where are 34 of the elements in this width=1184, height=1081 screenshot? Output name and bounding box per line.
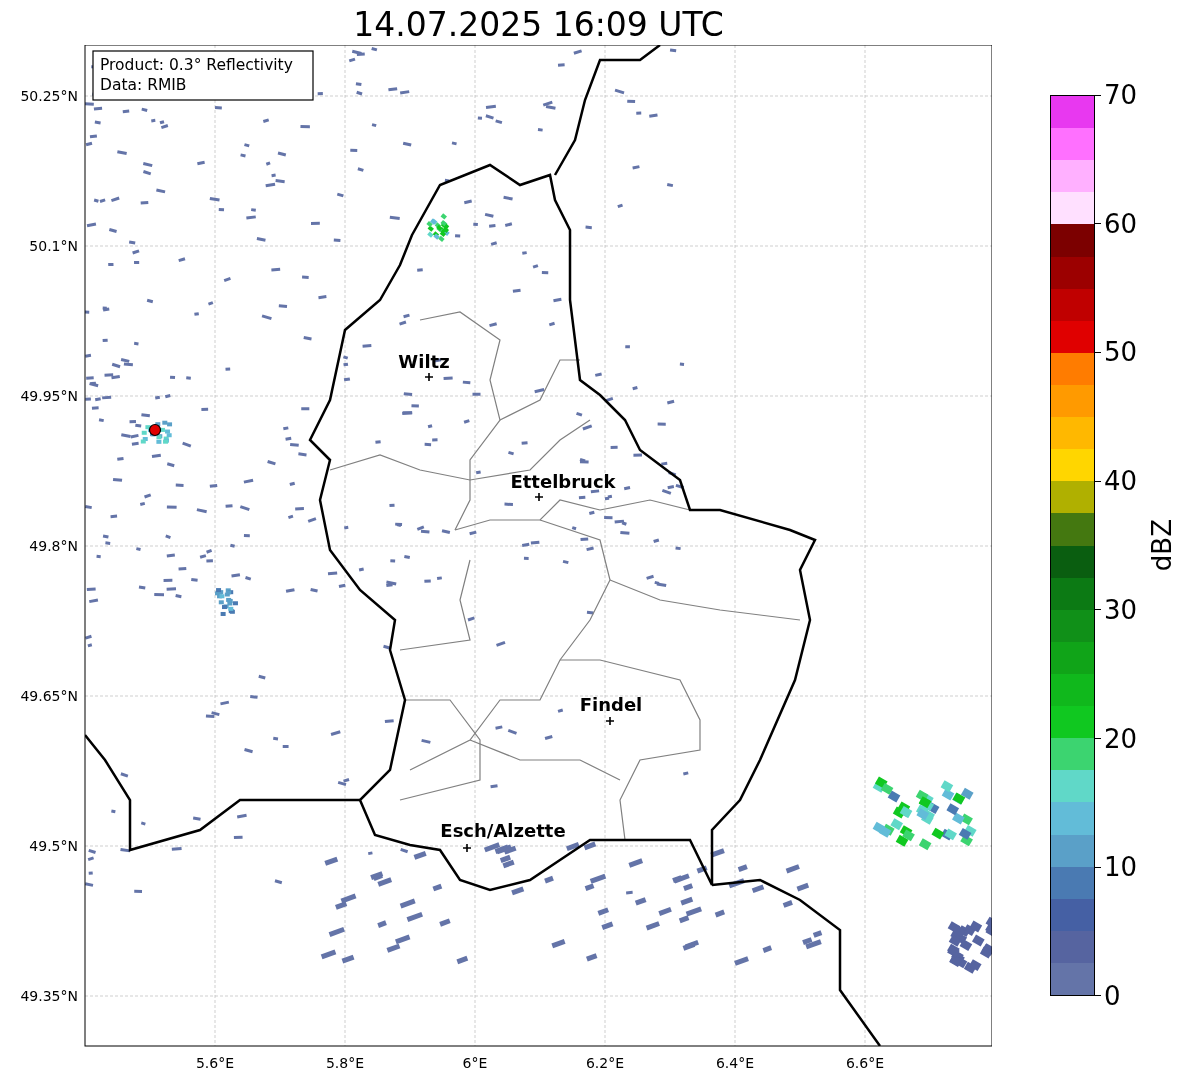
colorbar-tick-label: 30	[1104, 594, 1138, 625]
info-text: Product: 0.3° Reflectivity	[100, 56, 293, 74]
chart-title: 14.07.2025 16:09 UTC	[352, 4, 725, 45]
city-marker-icon	[462, 843, 472, 853]
radar-site-marker	[148, 423, 162, 437]
city-label: Findel	[579, 694, 643, 715]
colorbar-tick-label: 20	[1104, 723, 1138, 754]
colorbar-tick-label: 10	[1104, 852, 1138, 883]
longitude-label: 6.4°E	[715, 1055, 755, 1071]
latitude-label: 50.25°N	[20, 88, 78, 104]
longitude-label: 6.6°E	[845, 1055, 885, 1071]
latitude-label: 49.65°N	[20, 688, 78, 704]
city-marker-icon	[424, 372, 434, 382]
longitude-label: 5.8°E	[325, 1055, 365, 1071]
latitude-label: 49.95°N	[20, 388, 78, 404]
latitude-label: 49.35°N	[20, 988, 78, 1004]
city-label: Ettelbruck	[510, 471, 616, 492]
latitude-label: 50.1°N	[29, 238, 78, 254]
city-label: Wiltz	[398, 351, 450, 372]
longitude-label: 6.2°E	[585, 1055, 625, 1071]
colorbar-tick-label: 0	[1104, 980, 1121, 1011]
colorbar-tick-label: 60	[1104, 208, 1138, 239]
city-marker-icon	[605, 716, 615, 726]
info-text: Data: RMIB	[100, 76, 187, 94]
colorbar-tick-label: 70	[1104, 80, 1138, 110]
longitude-label: 5.6°E	[195, 1055, 235, 1071]
latitude-label: 49.5°N	[29, 838, 78, 854]
colorbar-tick-label: 40	[1104, 466, 1138, 497]
colorbar-tick-label: 50	[1104, 337, 1138, 368]
latitude-label: 49.8°N	[29, 538, 78, 554]
city-marker-icon	[534, 492, 544, 502]
longitude-label: 6°E	[462, 1055, 488, 1071]
city-label: Esch/Alzette	[440, 820, 566, 841]
colorbar-title: dBZ	[1147, 519, 1178, 572]
